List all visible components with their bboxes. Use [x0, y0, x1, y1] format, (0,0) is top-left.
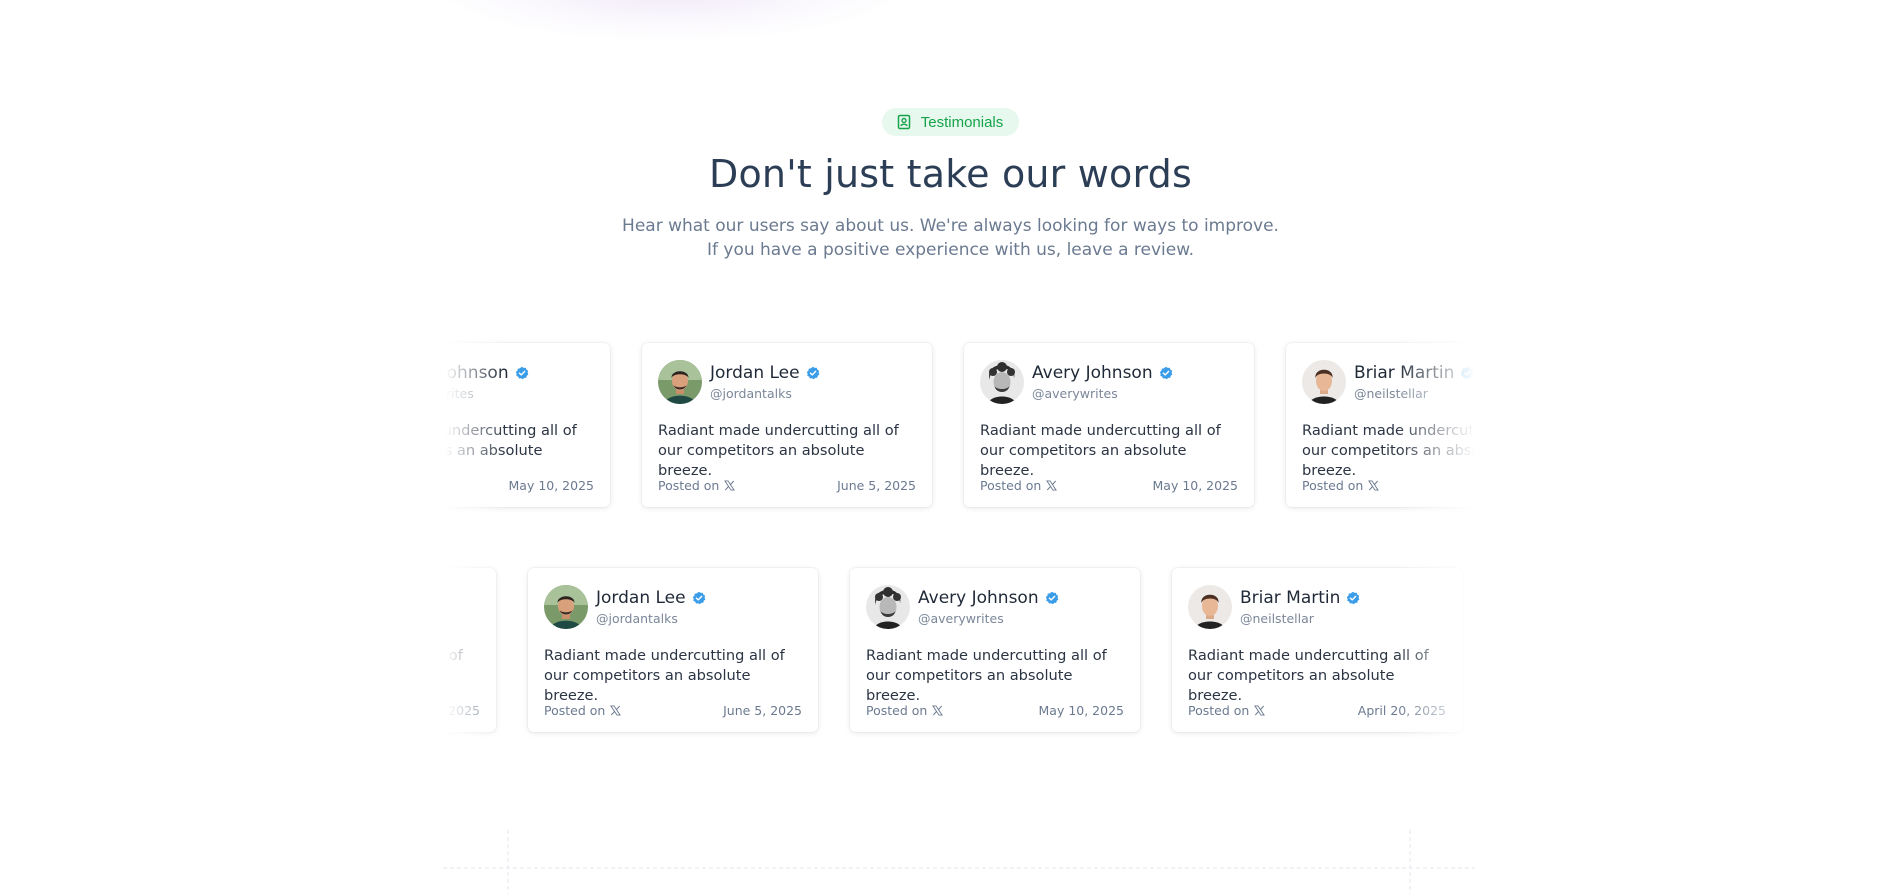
testimonial-card[interactable]: Jordan Lee @jordantalks Radiant made und… [642, 343, 932, 507]
section-badge: Testimonials [881, 108, 1020, 136]
x-logo-icon[interactable] [724, 480, 736, 491]
testimonial-quote: Radiant made undercutting all of our com… [544, 647, 785, 704]
testimonial-quote: Radiant made undercutting all of our com… [445, 422, 577, 459]
author-handle[interactable]: @neilstellar [1240, 611, 1360, 626]
author-name: Briar Martin [1240, 588, 1341, 608]
decorative-grid-lines [443, 830, 1475, 894]
posted-on-label: Posted on [1188, 703, 1250, 718]
x-logo-icon[interactable] [1254, 705, 1266, 716]
post-date: April 20, 2025 [1472, 478, 1475, 493]
author-name: Briar Martin [1354, 363, 1455, 383]
badge-label: Testimonials [920, 113, 1004, 131]
section-subtitle: Hear what our users say about us. We're … [622, 216, 1279, 260]
avatar-jordan [544, 585, 588, 629]
decorative-glow [440, 0, 900, 40]
posted-on: Posted on [866, 703, 944, 718]
contact-book-icon [897, 114, 910, 130]
testimonial-card[interactable]: Briar Martin @neilstellar Radiant made u… [445, 568, 496, 732]
verified-badge-icon [1159, 366, 1172, 380]
verified-badge-icon [806, 366, 819, 380]
author-name: Avery Johnson [1032, 363, 1153, 383]
post-date: May 10, 2025 [1038, 703, 1124, 718]
testimonial-quote: Radiant made undercutting all of our com… [866, 647, 1107, 704]
verified-badge-icon [692, 591, 705, 605]
posted-on-label: Posted on [658, 478, 720, 493]
post-date: April 20, 2025 [1357, 703, 1446, 718]
avatar-jordan [658, 360, 702, 404]
testimonial-card[interactable]: Briar Martin @neilstellar Radiant made u… [1172, 568, 1462, 732]
testimonials-header: Testimonials Don't just take our words H… [0, 108, 1901, 262]
section-title: Don't just take our words [709, 152, 1192, 196]
post-date: April 20, 2025 [445, 703, 480, 718]
author-handle[interactable]: @jordantalks [710, 386, 820, 401]
posted-on-label: Posted on [544, 703, 606, 718]
testimonial-quote: Radiant made undercutting all of our com… [1302, 422, 1475, 479]
testimonial-card[interactable]: Briar Martin @neilstellar Radiant made u… [1286, 343, 1475, 507]
testimonial-quote: Radiant made undercutting all of our com… [980, 422, 1221, 479]
posted-on: Posted on [980, 478, 1058, 493]
testimonial-card[interactable]: Jordan Lee @jordantalks Radiant made und… [528, 568, 818, 732]
verified-badge-icon [515, 366, 528, 380]
testimonial-card[interactable]: Avery Johnson @averywrites Radiant made … [850, 568, 1140, 732]
testimonial-card[interactable]: Avery Johnson @averywrites Radiant made … [445, 343, 610, 507]
verified-badge-icon [1461, 366, 1474, 380]
author-handle[interactable]: @averywrites [445, 386, 529, 401]
author-name: Avery Johnson [918, 588, 1039, 608]
post-date: June 5, 2025 [837, 478, 916, 493]
testimonial-quote: Radiant made undercutting all of our com… [1188, 647, 1429, 704]
author-name: Jordan Lee [596, 588, 686, 608]
avatar-briar [1302, 360, 1346, 404]
testimonial-quote: Radiant made undercutting all of our com… [658, 422, 899, 479]
avatar-briar [1188, 585, 1232, 629]
x-logo-icon[interactable] [932, 705, 944, 716]
author-handle[interactable]: @averywrites [1032, 386, 1173, 401]
x-logo-icon[interactable] [1046, 480, 1058, 491]
posted-on: Posted on [1302, 478, 1380, 493]
testimonial-marquee-row-1[interactable]: Avery Johnson @averywrites Radiant made … [445, 335, 1475, 515]
testimonial-card[interactable]: Avery Johnson @averywrites Radiant made … [964, 343, 1254, 507]
posted-on: Posted on [658, 478, 736, 493]
testimonial-marquee-row-2[interactable]: Briar Martin @neilstellar Radiant made u… [445, 560, 1475, 740]
testimonial-quote: Radiant made undercutting all of our com… [445, 647, 463, 664]
post-date: May 10, 2025 [1152, 478, 1238, 493]
verified-badge-icon [1045, 591, 1058, 605]
posted-on-label: Posted on [1302, 478, 1364, 493]
posted-on: Posted on [544, 703, 622, 718]
author-name: Jordan Lee [710, 363, 800, 383]
avatar-avery [866, 585, 910, 629]
author-handle[interactable]: @neilstellar [1354, 386, 1474, 401]
author-handle[interactable]: @jordantalks [596, 611, 706, 626]
x-logo-icon[interactable] [1368, 480, 1380, 491]
verified-badge-icon [1347, 591, 1360, 605]
author-handle[interactable]: @averywrites [918, 611, 1059, 626]
author-name: Avery Johnson [445, 363, 509, 383]
post-date: May 10, 2025 [508, 478, 594, 493]
posted-on-label: Posted on [980, 478, 1042, 493]
posted-on-label: Posted on [866, 703, 928, 718]
posted-on: Posted on [1188, 703, 1266, 718]
post-date: June 5, 2025 [723, 703, 802, 718]
x-logo-icon[interactable] [610, 705, 622, 716]
avatar-avery [980, 360, 1024, 404]
